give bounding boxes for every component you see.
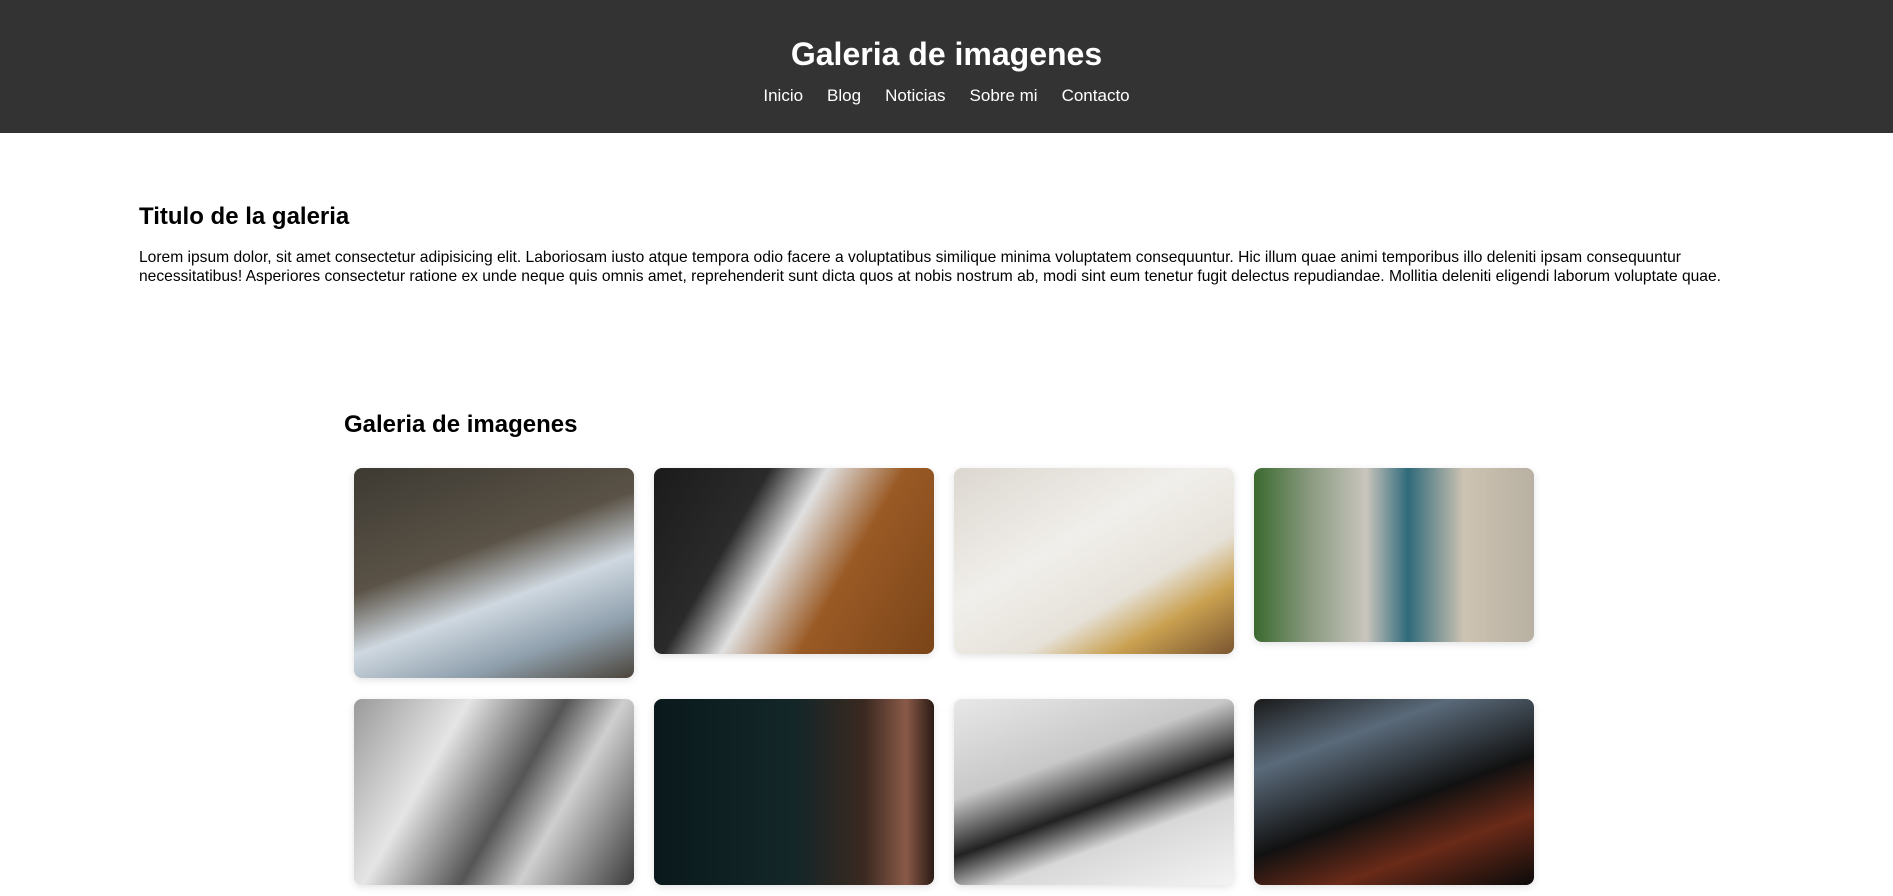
intro-paragraph: Lorem ipsum dolor, sit amet consectetur … <box>139 249 1721 285</box>
gallery-image[interactable] <box>1254 699 1534 885</box>
site-title: Galeria de imagenes <box>790 36 1103 72</box>
intro-section: Titulo de la galeria Lorem ipsum dolor, … <box>139 203 1729 286</box>
nav-noticias[interactable]: Noticias <box>885 86 945 106</box>
gallery-image[interactable] <box>954 468 1234 654</box>
nav-blog[interactable]: Blog <box>827 86 861 106</box>
nav-contacto[interactable]: Contacto <box>1062 86 1130 106</box>
nav-inicio[interactable]: Inicio <box>763 86 803 106</box>
gallery-image[interactable] <box>654 468 934 654</box>
gallery-image[interactable] <box>1254 468 1534 642</box>
nav-sobre-mi[interactable]: Sobre mi <box>970 86 1038 106</box>
gallery-image[interactable] <box>354 699 634 885</box>
gallery-image[interactable] <box>954 699 1234 885</box>
section-title: Titulo de la galeria <box>139 203 350 230</box>
gallery-image[interactable] <box>354 468 634 678</box>
gallery-title: Galeria de imagenes <box>344 411 578 438</box>
gallery-image[interactable] <box>654 699 934 885</box>
site-header: Galeria de imagenes Inicio Blog Noticias… <box>0 0 1893 133</box>
main-nav: Inicio Blog Noticias Sobre mi Contacto <box>0 86 1893 106</box>
